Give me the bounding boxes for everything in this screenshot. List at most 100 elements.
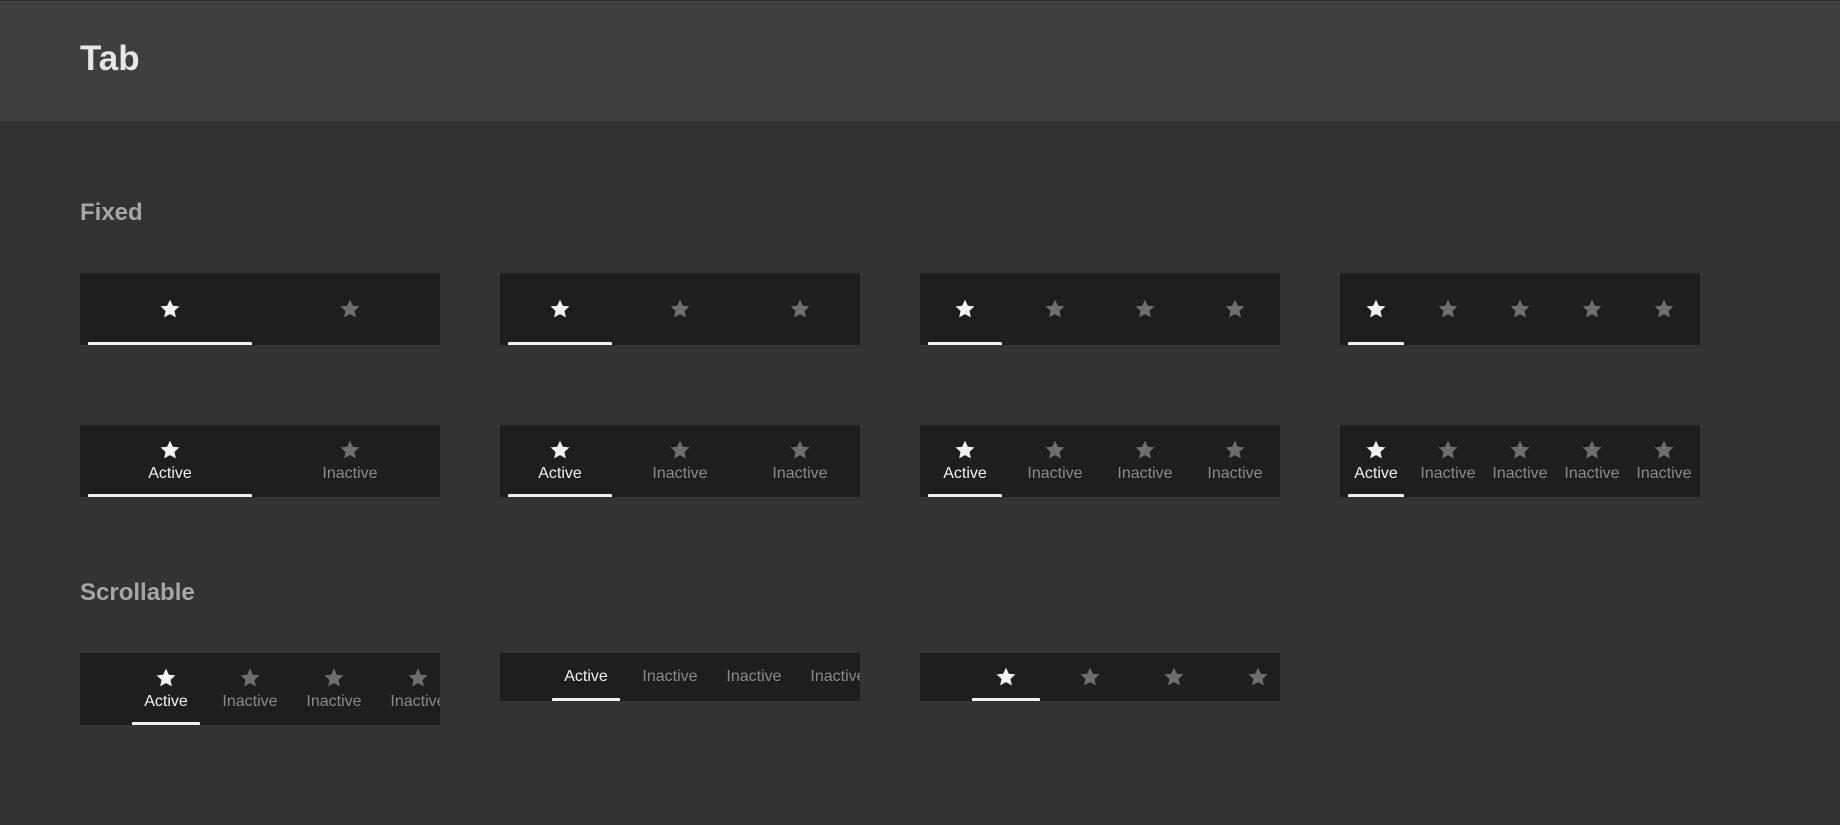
tab-indicator — [132, 722, 200, 725]
tab-inactive[interactable]: Inactive — [796, 653, 860, 701]
star-icon — [160, 440, 180, 458]
star-icon — [996, 667, 1016, 686]
tab-inactive[interactable] — [260, 273, 440, 345]
star-icon — [1582, 299, 1602, 318]
tab-inactive[interactable] — [740, 273, 860, 345]
star-icon — [1045, 440, 1065, 458]
star-icon — [340, 440, 360, 458]
tab-inactive[interactable] — [1100, 273, 1190, 345]
tab-inactive[interactable]: Inactive — [1628, 425, 1700, 497]
tab-inactive[interactable]: Inactive — [1484, 425, 1556, 497]
section-title-scrollable: Scrollable — [80, 579, 195, 606]
tab-inactive[interactable]: Inactive — [1412, 425, 1484, 497]
fixed-tab-bar — [1340, 273, 1700, 345]
fixed-tab-bar — [920, 273, 1280, 345]
star-icon — [324, 668, 344, 686]
tab-active[interactable] — [80, 273, 260, 345]
tab-active[interactable]: Active — [80, 425, 260, 497]
star-icon — [1366, 440, 1386, 458]
star-icon — [1510, 440, 1530, 458]
tab-active[interactable]: Active — [500, 425, 620, 497]
tab-label: Inactive — [726, 668, 782, 685]
tab-active[interactable] — [964, 653, 1048, 701]
star-icon — [1438, 299, 1458, 318]
tab-inactive[interactable]: Inactive — [620, 425, 740, 497]
tab-label: Inactive — [1636, 464, 1692, 482]
star-icon — [340, 299, 360, 318]
tab-inactive[interactable]: Inactive — [208, 653, 292, 725]
fixed-tab-bar: Active Inactive Inactive Inactive Inactive — [1340, 425, 1700, 497]
tab-label: Inactive — [306, 692, 362, 710]
tab-inactive[interactable] — [1010, 273, 1100, 345]
tab-inactive[interactable]: Inactive — [260, 425, 440, 497]
tab-inactive[interactable]: Inactive — [1010, 425, 1100, 497]
scrollable-tab-bar: Active Inactive Inactive Inactive — [80, 653, 440, 725]
scrollable-tab-bar: Active Inactive Inactive Inactive — [500, 653, 860, 701]
tab-inactive[interactable] — [1132, 653, 1216, 701]
star-icon — [1135, 299, 1155, 318]
tab-inactive[interactable] — [1412, 273, 1484, 345]
star-icon — [955, 299, 975, 318]
tab-active[interactable]: Active — [124, 653, 208, 725]
fixed-tab-bar: Active Inactive Inactive Inactive — [920, 425, 1280, 497]
star-icon — [1225, 440, 1245, 458]
tab-inactive[interactable] — [1190, 273, 1280, 345]
tab-label: Inactive — [1420, 464, 1476, 482]
star-icon — [550, 299, 570, 318]
tab-inactive[interactable]: Inactive — [628, 653, 712, 701]
tab-label: Active — [144, 692, 188, 710]
tab-label: Active — [564, 668, 608, 685]
tab-inactive[interactable] — [1048, 653, 1132, 701]
star-icon — [1080, 667, 1100, 686]
tab-inactive[interactable] — [1556, 273, 1628, 345]
tab-indicator — [552, 698, 620, 701]
star-icon — [1654, 299, 1674, 318]
tab-label: Inactive — [1207, 464, 1263, 482]
star-icon — [1654, 440, 1674, 458]
tab-inactive[interactable]: Inactive — [1190, 425, 1280, 497]
star-icon — [1366, 299, 1386, 318]
tab-inactive[interactable]: Inactive — [1100, 425, 1190, 497]
tab-label: Inactive — [810, 668, 860, 685]
star-icon — [1164, 667, 1184, 686]
tab-active[interactable]: Active — [544, 653, 628, 701]
tab-label: Inactive — [1117, 464, 1173, 482]
tab-label: Inactive — [390, 692, 440, 710]
section-title-fixed: Fixed — [80, 199, 143, 226]
star-icon — [408, 668, 428, 686]
tab-inactive[interactable] — [1484, 273, 1556, 345]
star-icon — [1438, 440, 1458, 458]
star-icon — [670, 440, 690, 458]
star-icon — [160, 299, 180, 318]
tab-label: Inactive — [652, 464, 708, 482]
scrollable-tab-bar — [920, 653, 1280, 701]
tab-indicator — [88, 494, 252, 497]
tab-label: Inactive — [772, 464, 828, 482]
tab-inactive[interactable]: Inactive — [1556, 425, 1628, 497]
tab-inactive[interactable] — [1216, 653, 1280, 701]
star-icon — [156, 668, 176, 686]
tab-active[interactable] — [920, 273, 1010, 345]
tab-inactive[interactable] — [1628, 273, 1700, 345]
tab-label: Inactive — [1492, 464, 1548, 482]
tab-indicator — [88, 342, 252, 345]
star-icon — [1225, 299, 1245, 318]
tab-label: Active — [538, 464, 582, 482]
star-icon — [550, 440, 570, 458]
tab-active[interactable]: Active — [920, 425, 1010, 497]
fixed-tab-bar: Active Inactive Inactive — [500, 425, 860, 497]
page-header: Tab — [0, 0, 1840, 121]
tab-inactive[interactable]: Inactive — [740, 425, 860, 497]
fixed-tab-bar — [500, 273, 860, 345]
tab-inactive[interactable]: Inactive — [376, 653, 440, 725]
tab-active[interactable] — [1340, 273, 1412, 345]
tab-label: Inactive — [222, 692, 278, 710]
tab-inactive[interactable] — [620, 273, 740, 345]
tab-active[interactable] — [500, 273, 620, 345]
tab-active[interactable]: Active — [1340, 425, 1412, 497]
star-icon — [1045, 299, 1065, 318]
tab-inactive[interactable]: Inactive — [712, 653, 796, 701]
star-icon — [240, 668, 260, 686]
star-icon — [790, 440, 810, 458]
tab-inactive[interactable]: Inactive — [292, 653, 376, 725]
